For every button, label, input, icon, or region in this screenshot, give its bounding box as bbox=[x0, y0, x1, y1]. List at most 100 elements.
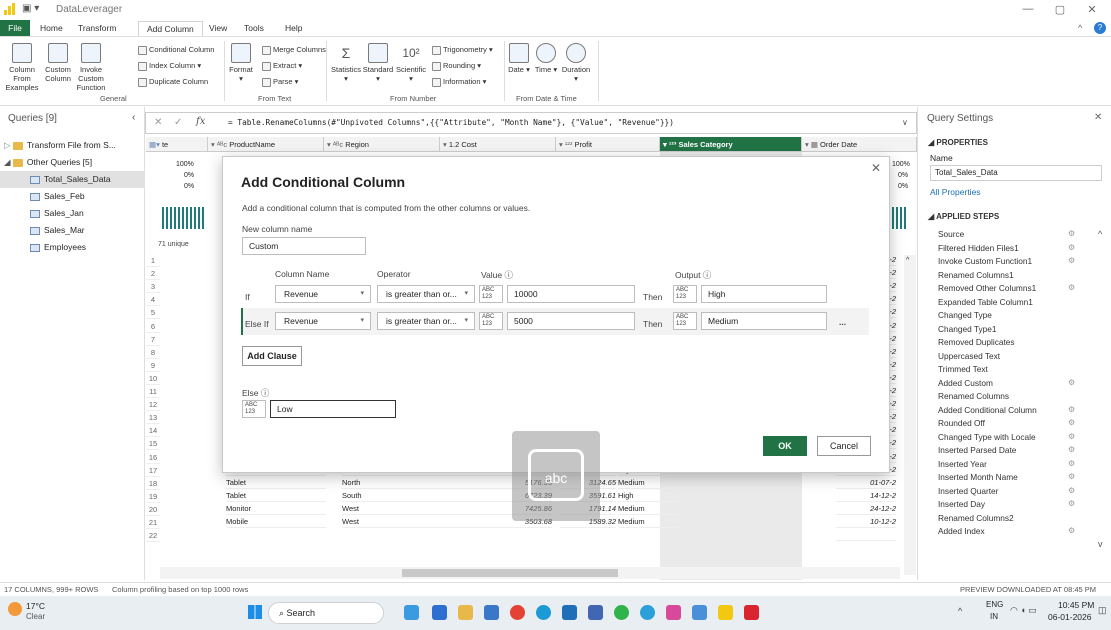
steps-scroll-up-icon[interactable]: ^ bbox=[1098, 229, 1102, 239]
collapse-ribbon-icon[interactable]: ^ bbox=[1078, 23, 1082, 33]
close-settings-icon[interactable]: ✕ bbox=[1094, 112, 1102, 123]
column-header-profit[interactable]: ▾ ¹²³ Profit bbox=[556, 137, 660, 152]
index-column-button[interactable]: Index Column ▾ bbox=[138, 61, 201, 71]
tab-help[interactable]: Help bbox=[285, 23, 302, 33]
save-icon[interactable]: ▣ ▾ bbox=[22, 3, 39, 14]
step-settings-gear-icon[interactable]: ⚙ bbox=[1068, 418, 1075, 427]
taskview-icon[interactable] bbox=[432, 605, 447, 620]
trigonometry-button[interactable]: Trigonometry ▾ bbox=[432, 45, 493, 55]
applied-step[interactable]: Added Custom bbox=[938, 378, 993, 388]
column-header-order-date[interactable]: ▾ ▦ Order Date bbox=[802, 137, 917, 152]
applied-step[interactable]: Changed Type bbox=[938, 310, 992, 320]
else-if-operator-dropdown[interactable]: is greater than or... ▾ bbox=[377, 312, 475, 330]
app-icon[interactable] bbox=[666, 605, 681, 620]
standard-button[interactable]: Standard ▾ bbox=[362, 43, 394, 83]
clock-date[interactable]: 06-01-2026 bbox=[1048, 612, 1091, 622]
tray-chevron-icon[interactable]: ^ bbox=[958, 606, 962, 616]
else-type-select[interactable]: ABC 123 bbox=[242, 400, 266, 418]
statistics-button[interactable]: Σ Statistics ▾ bbox=[330, 43, 362, 83]
new-column-name-input[interactable]: Custom bbox=[242, 237, 366, 255]
applied-step[interactable]: Source bbox=[938, 229, 964, 239]
if-value-type-select[interactable]: ABC 123 bbox=[479, 285, 503, 303]
custom-column-button[interactable]: Custom Column bbox=[42, 43, 74, 83]
tab-view[interactable]: View bbox=[209, 23, 227, 33]
tab-transform[interactable]: Transform bbox=[78, 23, 116, 33]
merge-columns-button[interactable]: Merge Columns bbox=[262, 45, 326, 55]
conditional-column-button[interactable]: Conditional Column bbox=[138, 45, 214, 55]
file-explorer-icon[interactable] bbox=[458, 605, 473, 620]
column-header-region[interactable]: ▾ ᴬᴮc Region bbox=[324, 137, 440, 152]
applied-step[interactable]: Inserted Quarter bbox=[938, 486, 998, 496]
weather-icon[interactable] bbox=[8, 602, 22, 616]
step-settings-gear-icon[interactable]: ⚙ bbox=[1068, 405, 1075, 414]
edge-icon[interactable] bbox=[536, 605, 551, 620]
copilot-icon[interactable] bbox=[692, 605, 707, 620]
applied-step[interactable]: Removed Duplicates bbox=[938, 337, 1015, 347]
minimize-button[interactable]: — bbox=[1018, 3, 1038, 15]
formula-input[interactable]: = Table.RenameColumns(#"Unpivoted Column… bbox=[228, 118, 674, 127]
step-settings-gear-icon[interactable]: ⚙ bbox=[1068, 445, 1075, 454]
information-button[interactable]: Information ▾ bbox=[432, 77, 486, 87]
language-region[interactable]: IN bbox=[990, 612, 998, 621]
chrome-icon[interactable] bbox=[510, 605, 525, 620]
taskbar-search[interactable]: ⌕ Search bbox=[268, 602, 384, 624]
if-value-input[interactable]: 10000 bbox=[507, 285, 635, 303]
applied-step[interactable]: Inserted Day bbox=[938, 499, 985, 509]
applied-step[interactable]: Renamed Columns2 bbox=[938, 513, 1014, 523]
step-settings-gear-icon[interactable]: ⚙ bbox=[1068, 486, 1075, 495]
step-settings-gear-icon[interactable]: ⚙ bbox=[1068, 526, 1075, 535]
else-if-output-input[interactable]: Medium bbox=[701, 312, 827, 330]
expand-formula-icon[interactable]: ∨ bbox=[902, 118, 908, 127]
column-header-sales-category[interactable]: ▾ ¹²³ Sales Category bbox=[660, 137, 802, 152]
all-properties-link[interactable]: All Properties bbox=[930, 187, 981, 197]
duplicate-column-button[interactable]: Duplicate Column bbox=[138, 77, 208, 87]
applied-step[interactable]: Changed Type with Locale bbox=[938, 432, 1036, 442]
applied-step[interactable]: Inserted Parsed Date bbox=[938, 445, 1016, 455]
query-item-employees[interactable]: Employees bbox=[0, 239, 145, 256]
step-settings-gear-icon[interactable]: ⚙ bbox=[1068, 432, 1075, 441]
applied-steps-section[interactable]: ◢ APPLIED STEPS bbox=[928, 212, 999, 221]
applied-step[interactable]: Renamed Columns bbox=[938, 391, 1009, 401]
dialog-close-icon[interactable]: ✕ bbox=[871, 161, 881, 175]
else-value-input[interactable]: Low bbox=[270, 400, 396, 418]
applied-step[interactable]: Changed Type1 bbox=[938, 324, 996, 334]
grid-horizontal-scrollbar[interactable] bbox=[160, 567, 900, 579]
cancel-formula-icon[interactable]: ✕ bbox=[154, 117, 162, 128]
grid-vertical-scrollbar[interactable]: ^ bbox=[904, 255, 916, 575]
query-item-total-sales-data[interactable]: Total_Sales_Data bbox=[0, 171, 145, 188]
else-if-value-type-select[interactable]: ABC 123 bbox=[479, 312, 503, 330]
power-bi-icon[interactable] bbox=[718, 605, 733, 620]
app-icon[interactable] bbox=[588, 605, 603, 620]
rounding-button[interactable]: Rounding ▾ bbox=[432, 61, 481, 71]
column-header-cost[interactable]: ▾ 1.2 Cost bbox=[440, 137, 556, 152]
applied-step[interactable]: Inserted Month Name bbox=[938, 472, 1018, 482]
cancel-button[interactable]: Cancel bbox=[817, 436, 871, 456]
date-button[interactable]: Date ▾ bbox=[508, 43, 530, 74]
tab-file[interactable]: File bbox=[0, 20, 30, 36]
query-item-sales-mar[interactable]: Sales_Mar bbox=[0, 222, 145, 239]
applied-step[interactable]: Removed Other Columns1 bbox=[938, 283, 1036, 293]
step-settings-gear-icon[interactable]: ⚙ bbox=[1068, 256, 1075, 265]
duration-button[interactable]: Duration ▾ bbox=[560, 43, 592, 83]
wifi-icon[interactable]: ◠ ◖ ▭ bbox=[1010, 605, 1037, 616]
query-item-sales-feb[interactable]: Sales_Feb bbox=[0, 188, 145, 205]
clause-more-options-button[interactable]: ... bbox=[839, 317, 846, 327]
if-output-input[interactable]: High bbox=[701, 285, 827, 303]
applied-step[interactable]: Rounded Off bbox=[938, 418, 985, 428]
steps-scroll-down-icon[interactable]: v bbox=[1098, 539, 1103, 549]
wps-icon[interactable] bbox=[744, 605, 759, 620]
query-folder-other[interactable]: ◢ Other Queries [5] bbox=[0, 154, 145, 171]
tab-home[interactable]: Home bbox=[40, 23, 63, 33]
column-from-examples-button[interactable]: Column From Examples bbox=[4, 43, 40, 92]
query-item-sales-jan[interactable]: Sales_Jan bbox=[0, 205, 145, 222]
step-settings-gear-icon[interactable]: ⚙ bbox=[1068, 378, 1075, 387]
step-settings-gear-icon[interactable]: ⚙ bbox=[1068, 229, 1075, 238]
ok-button[interactable]: OK bbox=[763, 436, 807, 456]
if-column-dropdown[interactable]: Revenue ▾ bbox=[275, 285, 371, 303]
app-icon[interactable] bbox=[484, 605, 499, 620]
commit-formula-icon[interactable]: ✓ bbox=[174, 117, 182, 128]
step-settings-gear-icon[interactable]: ⚙ bbox=[1068, 243, 1075, 252]
telegram-icon[interactable] bbox=[640, 605, 655, 620]
touch-keyboard-overlay[interactable]: abc bbox=[512, 431, 600, 521]
notification-icon[interactable]: ◫ bbox=[1098, 605, 1107, 616]
